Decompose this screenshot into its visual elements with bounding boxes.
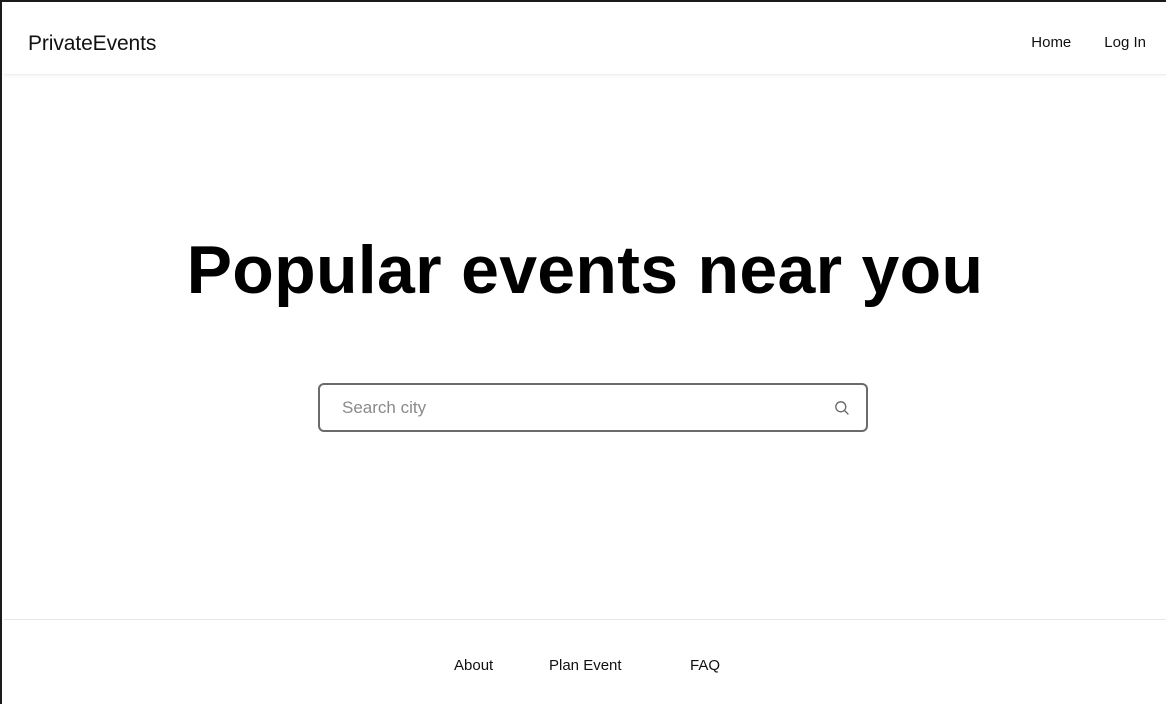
search-icon[interactable] (834, 400, 850, 416)
footer-faq-link[interactable]: FAQ (690, 657, 720, 675)
nav-login-link[interactable]: Log In (1104, 34, 1146, 52)
footer-about-link[interactable]: About (454, 657, 493, 675)
page-frame: PrivateEvents Home Log In Popular events… (0, 0, 1166, 704)
search-box (318, 383, 868, 432)
footer-plan-event-link[interactable]: Plan Event (549, 657, 622, 675)
hero-title: Popular events near you (186, 232, 984, 308)
brand-logo-text[interactable]: PrivateEvents (28, 32, 156, 56)
page-footer: About Plan Event FAQ (4, 619, 1166, 706)
search-input[interactable] (342, 395, 812, 421)
top-navbar: PrivateEvents Home Log In (4, 4, 1166, 75)
nav-home-link[interactable]: Home (1031, 34, 1071, 52)
nav-links: Home Log In (1031, 34, 1146, 52)
